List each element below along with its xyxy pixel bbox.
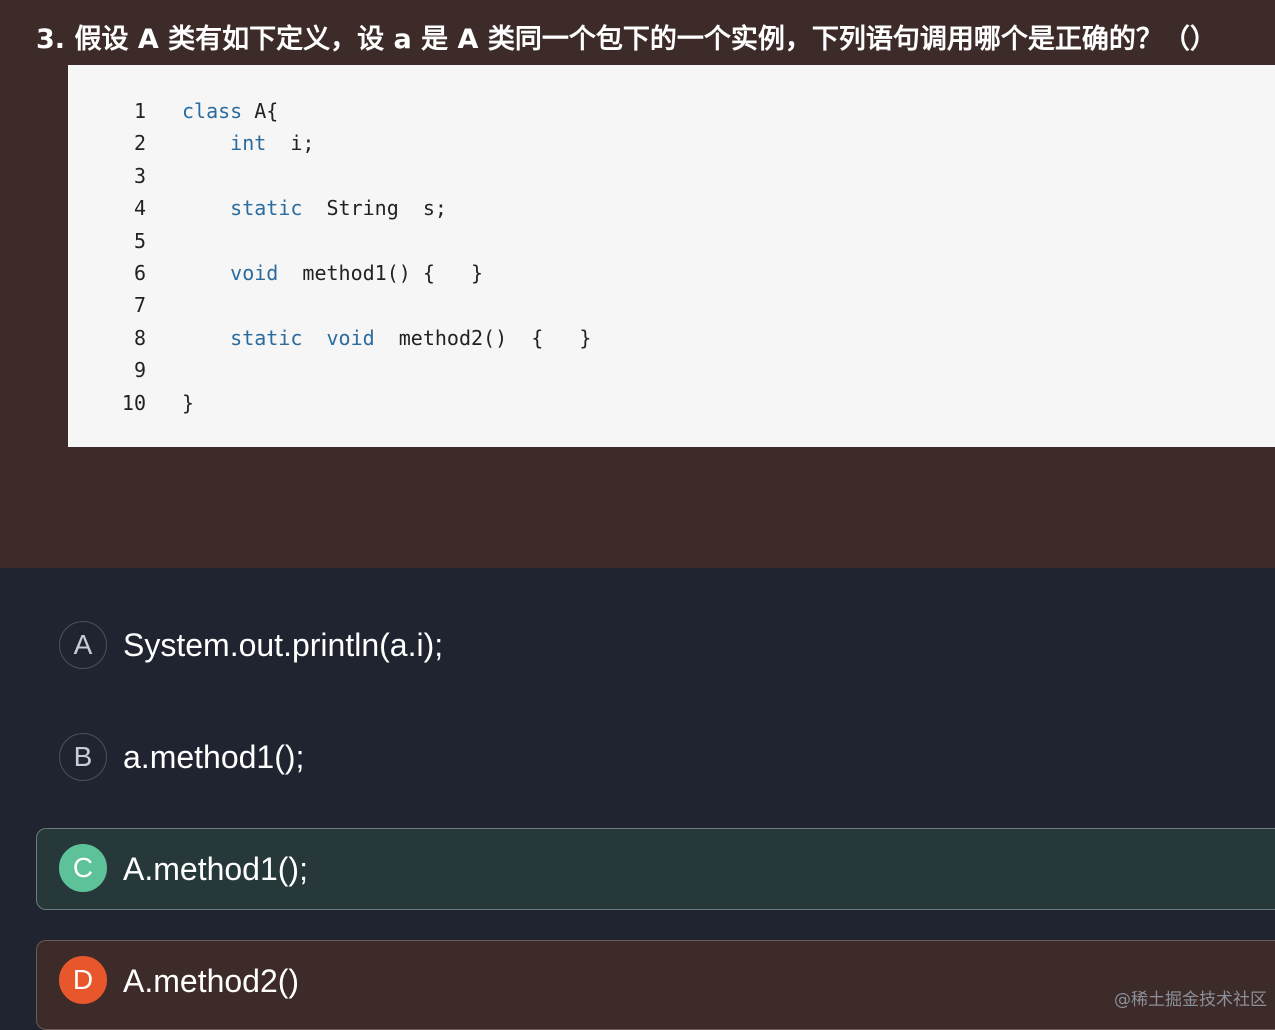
line-number: 3	[133, 163, 146, 188]
code-token: String s;	[302, 196, 447, 221]
code-line: 3	[68, 160, 1275, 192]
watermark: @稀土掘金技术社区	[1114, 990, 1267, 1010]
code-text: void method1() { }	[182, 257, 483, 289]
code-line: 8 static void method2() { }	[68, 322, 1275, 354]
line-number: 1	[133, 99, 146, 123]
code-token: A{	[242, 99, 279, 123]
code-keyword: class	[182, 99, 243, 123]
code-text: static String s;	[182, 192, 447, 224]
code-token: method2() { }	[374, 325, 592, 350]
code-text: static void method2() { }	[182, 322, 591, 354]
option-a-letter: A	[59, 621, 107, 669]
code-line: 1 class A{	[68, 95, 1275, 127]
option-c-text: A.method1();	[123, 851, 308, 887]
line-number: 9	[133, 358, 146, 383]
code-keyword: void	[230, 261, 279, 285]
option-a-text: System.out.println(a.i);	[123, 627, 444, 663]
code-keyword: int	[230, 131, 267, 156]
line-number: 5	[133, 228, 146, 253]
code-keyword: static	[230, 325, 303, 350]
option-b-text: a.method1();	[123, 739, 305, 775]
code-token: }	[182, 390, 195, 415]
option-c-letter: C	[59, 844, 107, 892]
line-number: 7	[133, 293, 146, 318]
code-block: 1 class A{2 int i; 3 4 static String s; 5 6 v…	[68, 65, 1275, 447]
line-number: 2	[133, 131, 146, 156]
code-line: 6 void method1() { }	[68, 257, 1275, 289]
code-keyword: void	[326, 325, 375, 350]
options-panel: A System.out.println(a.i); B a.method1()…	[0, 568, 1275, 1030]
code-text: }	[182, 387, 194, 419]
code-token: i;	[266, 131, 315, 156]
code-text: int i;	[182, 127, 314, 159]
line-number: 10	[121, 390, 146, 415]
code-token: method1() { }	[278, 261, 484, 285]
option-c[interactable]: C A.method1();	[36, 828, 1275, 910]
option-a[interactable]: A System.out.println(a.i);	[36, 605, 1275, 687]
question-panel: 3. 假设 A 类有如下定义，设 a 是 A 类同一个包下的一个实例，下列语句调…	[0, 0, 1275, 568]
code-line: 2 int i;	[68, 127, 1275, 159]
code-text: class A{	[182, 95, 278, 127]
code-line: 10}	[68, 387, 1275, 419]
option-b-letter: B	[59, 733, 107, 781]
code-line: 4 static String s;	[68, 192, 1275, 224]
option-d-text: A.method2()	[123, 963, 300, 999]
code-line: 7	[68, 289, 1275, 321]
option-b[interactable]: B a.method1();	[36, 717, 1275, 799]
code-keyword: static	[230, 196, 303, 221]
option-d-letter: D	[59, 956, 107, 1004]
line-number: 4	[133, 196, 146, 221]
code-line: 9	[68, 354, 1275, 386]
line-number: 6	[133, 261, 146, 285]
line-number: 8	[133, 325, 146, 350]
question-title: 3. 假设 A 类有如下定义，设 a 是 A 类同一个包下的一个实例，下列语句调…	[36, 24, 1217, 55]
option-d[interactable]: D A.method2()	[36, 940, 1275, 1030]
code-line: 5	[68, 225, 1275, 257]
